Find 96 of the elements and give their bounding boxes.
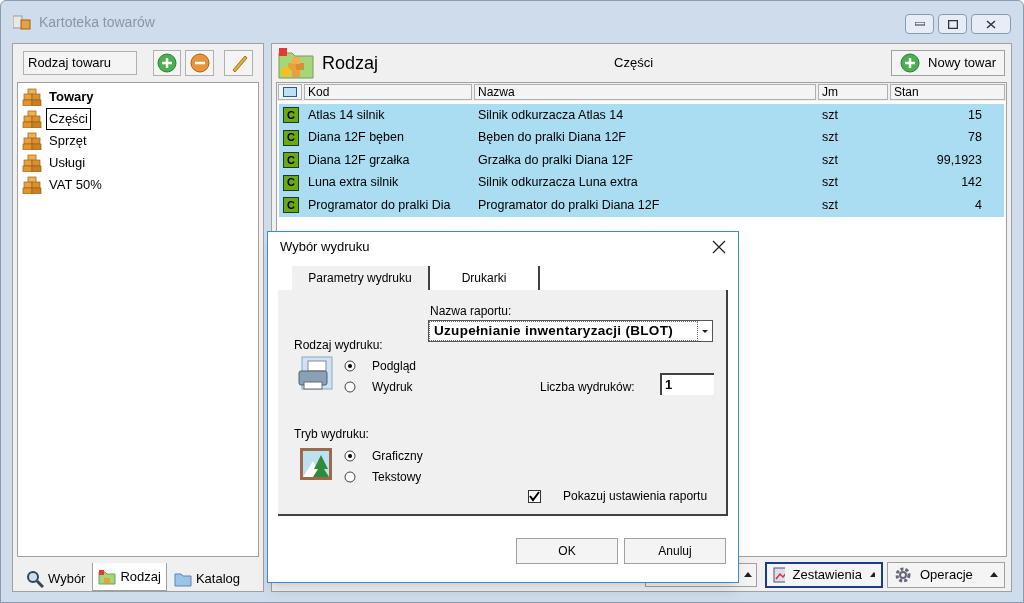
kind-field: Rodzaj towaru xyxy=(23,51,137,75)
dialog-title: Wybór wydruku xyxy=(280,238,370,257)
image-icon xyxy=(299,447,333,481)
close-button[interactable] xyxy=(971,14,1011,34)
tree-item[interactable]: Usługi xyxy=(46,152,89,174)
table-row[interactable]: C Diana 12F bęben Bęben do pralki Diana 12F szt 78 xyxy=(279,126,1004,149)
radio-option[interactable]: Podgląd xyxy=(344,356,417,375)
table-cell-text: szt xyxy=(821,174,839,192)
type-badge: C xyxy=(283,174,299,191)
toolbar-button[interactable]: Zestawienia xyxy=(765,561,883,588)
printer-icon xyxy=(298,356,336,392)
remove-button[interactable] xyxy=(185,50,215,76)
table-row[interactable]: C Atlas 14 silnik Silnik odkurzacza Atlas 14 szt 15 xyxy=(279,104,1004,127)
boxes-icon xyxy=(22,176,42,194)
gear-icon xyxy=(894,565,912,584)
tree-item[interactable]: VAT 50% xyxy=(46,174,105,196)
boxes-icon xyxy=(22,110,42,128)
select-all-icon[interactable] xyxy=(283,87,297,97)
panel-tab[interactable]: Wybór xyxy=(21,567,91,591)
table-cell-text: szt xyxy=(821,129,839,147)
table-cell-text: Programator do pralki Diana 12F xyxy=(477,196,661,214)
boxes-icon xyxy=(22,154,42,172)
radio-option[interactable]: Graficzny xyxy=(344,446,423,465)
boxes-icon xyxy=(13,14,31,30)
panel-title: Rodzaj xyxy=(322,51,379,75)
column-header[interactable]: Jm xyxy=(818,84,888,100)
table-cell-text: Bęben do pralki Diana 12F xyxy=(477,129,627,147)
table-cell-text: szt xyxy=(821,196,839,214)
print-mode-label: Tryb wydruku: xyxy=(294,426,369,443)
report-label: Nazwa raportu: xyxy=(430,303,512,320)
type-badge: C xyxy=(283,129,299,146)
folder-icon xyxy=(173,571,192,587)
caret-icon xyxy=(990,571,998,578)
radio-option[interactable]: Wydruk xyxy=(344,377,417,396)
tree-item[interactable]: Towary xyxy=(46,86,97,108)
table-cell-text: Atlas 14 silnik xyxy=(307,106,386,124)
maximize-button[interactable] xyxy=(938,14,967,34)
category-name: Części xyxy=(614,54,654,73)
edit-button[interactable] xyxy=(224,50,253,76)
table-cell-text: 78 xyxy=(967,129,983,147)
table-cell-text: Grzałka do pralki Diana 12F xyxy=(477,151,634,169)
table-cell-text: 142 xyxy=(960,174,983,192)
table-cell-text: szt xyxy=(821,106,839,124)
caret-icon xyxy=(744,571,752,578)
boxes-icon xyxy=(22,132,42,150)
table-row[interactable]: C Luna extra silnik Silnik odkurzacza Luna extra szt 142 xyxy=(279,171,1004,194)
copies-label: Liczba wydruków: xyxy=(540,379,635,396)
table-cell-text: szt xyxy=(821,151,839,169)
radio-option[interactable]: Tekstowy xyxy=(344,467,423,486)
column-header[interactable]: Nazwa xyxy=(474,84,816,100)
table-cell-text: Diana 12F bęben xyxy=(307,129,405,147)
close-icon[interactable] xyxy=(712,240,726,254)
show-settings-checkbox[interactable]: Pokazuj ustawienia raportu xyxy=(528,487,708,505)
panel-tab[interactable]: Rodzaj xyxy=(92,563,167,591)
table-cell-text: Programator do pralki Dia xyxy=(307,196,452,214)
search-icon xyxy=(26,570,44,588)
report-dropdown[interactable]: Uzupełnianie inwentaryzacji (BLOT) xyxy=(428,320,713,342)
new-item-button[interactable]: Nowy towar xyxy=(891,50,1005,76)
column-header[interactable]: Stan xyxy=(890,84,1005,100)
table-cell-text: 99,1923 xyxy=(935,151,983,169)
copies-field[interactable]: 1 xyxy=(660,373,714,395)
dialog-button[interactable]: Anuluj xyxy=(624,538,726,564)
checkbox-icon xyxy=(528,489,541,503)
type-badge: C xyxy=(283,107,299,124)
tree-item[interactable]: Sprzęt xyxy=(46,130,90,152)
panel-tab[interactable]: Katalog xyxy=(168,567,245,591)
caret-icon xyxy=(869,571,875,578)
plus-icon xyxy=(156,53,177,73)
table-cell-text: 15 xyxy=(967,106,983,124)
table-cell-text: Silnik odkurzacza Luna extra xyxy=(477,174,639,192)
boxes-icon xyxy=(22,88,42,106)
window-title: Kartoteka towarów xyxy=(39,12,155,32)
print-kind-label: Rodzaj wydruku: xyxy=(294,337,383,354)
plus-icon xyxy=(900,53,921,73)
table-cell-text: 4 xyxy=(974,196,983,214)
type-badge: C xyxy=(283,152,299,169)
column-header[interactable]: Kod xyxy=(304,84,472,100)
minimize-icon xyxy=(914,22,925,26)
maximize-icon xyxy=(947,19,958,29)
close-icon xyxy=(986,19,996,29)
table-cell-text: Diana 12F grzałka xyxy=(307,151,411,169)
dropdown-arrow-icon xyxy=(702,329,708,333)
table-row[interactable]: C Diana 12F grzałka Grzałka do pralki Diana 12F szt 99,1923 xyxy=(279,149,1004,172)
table-cell-text: Luna extra silnik xyxy=(307,174,400,192)
folder-icon xyxy=(98,568,117,585)
dialog-tab[interactable]: Parametry wydruku xyxy=(292,266,430,290)
table-row[interactable]: C Programator do pralki Dia Programator do pralki Diana 12F szt 4 xyxy=(279,194,1004,217)
dialog-button[interactable]: OK xyxy=(516,538,618,564)
type-badge: C xyxy=(283,197,299,214)
toolbar-button[interactable]: Operacje xyxy=(887,561,1005,588)
add-button[interactable] xyxy=(152,50,182,76)
tree-item[interactable]: Części xyxy=(46,108,91,130)
table-cell-text: Silnik odkurzacza Atlas 14 xyxy=(477,106,625,124)
chart-icon xyxy=(773,566,785,583)
minus-icon xyxy=(189,53,210,73)
folder-icon xyxy=(278,47,314,79)
